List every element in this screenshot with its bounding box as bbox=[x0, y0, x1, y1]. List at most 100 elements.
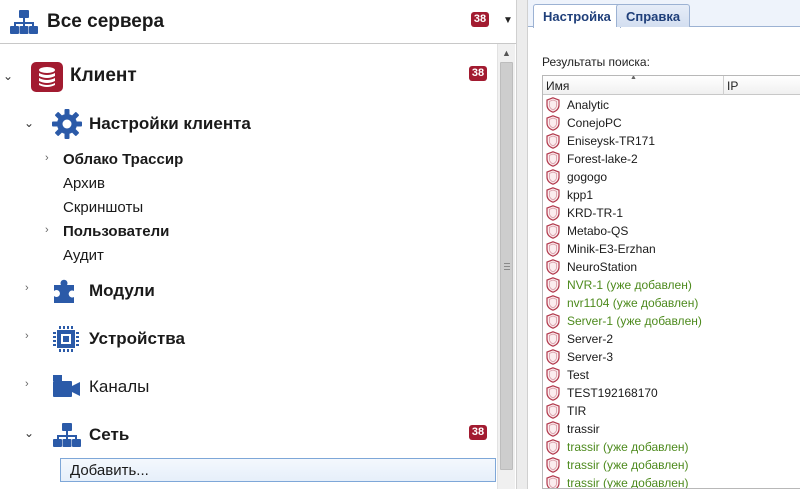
server-name: trassir (уже добавлен) bbox=[567, 440, 689, 454]
server-shield-icon bbox=[546, 475, 560, 488]
table-row[interactable]: gogogo bbox=[543, 168, 800, 186]
server-shield-icon bbox=[546, 295, 560, 311]
tree-item-label: Устройства bbox=[89, 329, 185, 348]
server-shield-icon bbox=[546, 259, 560, 275]
table-row[interactable]: Analytic bbox=[543, 96, 800, 114]
tree-item-label: Клиент bbox=[70, 65, 137, 86]
expand-arrow-icon[interactable]: › bbox=[45, 152, 49, 164]
video-camera-icon bbox=[53, 375, 80, 397]
table-row[interactable]: ConejoPC bbox=[543, 114, 800, 132]
header-count-badge: 38 bbox=[471, 12, 489, 27]
server-name: ConejoPC bbox=[567, 116, 622, 130]
server-name: Eniseysk-TR171 bbox=[567, 134, 656, 148]
tree-item-network[interactable]: ⌄ Сеть 38 bbox=[0, 421, 497, 451]
grip-line bbox=[504, 269, 510, 270]
server-shield-icon bbox=[546, 313, 560, 329]
table-row[interactable]: trassir (уже добавлен) bbox=[543, 456, 800, 474]
tree-item-archive[interactable]: Архив bbox=[0, 172, 497, 196]
table-row[interactable]: Server-2 bbox=[543, 330, 800, 348]
server-shield-icon bbox=[546, 385, 560, 401]
client-count-badge: 38 bbox=[469, 66, 487, 81]
tab-bar: Настройка Справка bbox=[528, 0, 800, 28]
server-name: Metabo-QS bbox=[567, 224, 629, 238]
table-row[interactable]: trassir (уже добавлен) bbox=[543, 474, 800, 489]
table-row[interactable]: TIR bbox=[543, 402, 800, 420]
puzzle-icon bbox=[54, 279, 74, 303]
table-row[interactable]: NeuroStation bbox=[543, 258, 800, 276]
tree-item-audit[interactable]: Аудит bbox=[0, 244, 497, 268]
table-row[interactable]: Forest-lake-2 bbox=[543, 150, 800, 168]
vertical-scrollbar[interactable]: ▲ bbox=[497, 44, 515, 489]
column-header-label: Имя bbox=[546, 79, 570, 93]
tree-item-devices[interactable]: › Устройства bbox=[0, 324, 497, 354]
gear-icon bbox=[52, 109, 82, 139]
column-header-ip[interactable]: IP bbox=[724, 76, 800, 95]
expand-arrow-icon[interactable]: › bbox=[25, 330, 29, 342]
tree-item-channels[interactable]: › Каналы bbox=[0, 372, 497, 402]
tree-item-client-settings[interactable]: ⌄ Настройки клиента bbox=[0, 109, 497, 139]
server-shield-icon bbox=[546, 457, 560, 473]
tree-item-label: Добавить... bbox=[70, 462, 149, 479]
tree-item-users[interactable]: › Пользователи bbox=[0, 220, 497, 244]
table-row[interactable]: trassir bbox=[543, 420, 800, 438]
expand-arrow-icon[interactable]: ⌄ bbox=[24, 116, 34, 130]
table-row[interactable]: Server-1 (уже добавлен) bbox=[543, 312, 800, 330]
server-shield-icon bbox=[546, 187, 560, 203]
server-shield-icon bbox=[546, 97, 560, 113]
tree-item-add[interactable]: Добавить... bbox=[60, 458, 496, 482]
header-title: Все сервера bbox=[47, 11, 165, 32]
server-shield-icon bbox=[546, 403, 560, 419]
table-row[interactable]: Eniseysk-TR171 bbox=[543, 132, 800, 150]
tab-settings[interactable]: Настройка bbox=[533, 4, 621, 28]
tree-item-label: Архив bbox=[63, 175, 106, 192]
server-name: TEST192168170 bbox=[567, 386, 658, 400]
server-name: trassir bbox=[567, 422, 600, 436]
server-name: TIR bbox=[567, 404, 587, 418]
sort-ascending-icon: ▲ bbox=[630, 75, 637, 81]
grip-line bbox=[504, 266, 510, 267]
scroll-up-icon[interactable]: ▲ bbox=[502, 48, 511, 58]
search-results-table: Имя ▲ IP Analytic ConejoPC Eniseysk-TR171 F… bbox=[542, 75, 800, 489]
tree-item-cloud[interactable]: › Облако Трассир bbox=[0, 148, 497, 172]
table-row[interactable]: kpp1 bbox=[543, 186, 800, 204]
panel-splitter[interactable] bbox=[516, 0, 528, 489]
expand-arrow-icon[interactable]: › bbox=[25, 282, 29, 294]
server-name: Forest-lake-2 bbox=[567, 152, 638, 166]
server-name: trassir (уже добавлен) bbox=[567, 476, 689, 489]
server-name: gogogo bbox=[567, 170, 608, 184]
tree-item-modules[interactable]: › Модули bbox=[0, 276, 497, 306]
table-row[interactable]: Minik-E3-Erzhan bbox=[543, 240, 800, 258]
tree-item-label: Сеть bbox=[89, 425, 130, 444]
scrollbar-thumb[interactable] bbox=[500, 62, 513, 470]
table-row[interactable]: TEST192168170 bbox=[543, 384, 800, 402]
expand-arrow-icon[interactable]: › bbox=[45, 224, 49, 236]
servers-header[interactable]: Все сервера 38 ▼ bbox=[0, 0, 518, 44]
server-shield-icon bbox=[546, 205, 560, 221]
table-row[interactable]: trassir (уже добавлен) bbox=[543, 438, 800, 456]
table-row[interactable]: NVR-1 (уже добавлен) bbox=[543, 276, 800, 294]
expand-arrow-icon[interactable]: ⌄ bbox=[3, 69, 13, 83]
expand-arrow-icon[interactable]: ⌄ bbox=[24, 426, 34, 440]
tree-item-client[interactable]: ⌄ Клиент 38 bbox=[0, 62, 497, 92]
tree-item-screenshots[interactable]: Скриншоты bbox=[0, 196, 497, 220]
table-row[interactable]: Test bbox=[543, 366, 800, 384]
network-tree-icon bbox=[10, 10, 38, 34]
dropdown-caret-icon[interactable]: ▼ bbox=[503, 15, 513, 26]
grip-line bbox=[504, 263, 510, 264]
server-shield-icon bbox=[546, 151, 560, 167]
table-row[interactable]: Metabo-QS bbox=[543, 222, 800, 240]
server-name: Test bbox=[567, 368, 590, 382]
server-name: Server-2 bbox=[567, 332, 614, 346]
column-header-name[interactable]: Имя ▲ bbox=[543, 76, 724, 95]
table-row[interactable]: Server-3 bbox=[543, 348, 800, 366]
server-shield-icon bbox=[546, 277, 560, 293]
server-name: trassir (уже добавлен) bbox=[567, 458, 689, 472]
server-shield-icon bbox=[546, 241, 560, 257]
table-row[interactable]: KRD-TR-1 bbox=[543, 204, 800, 222]
table-row[interactable]: nvr1104 (уже добавлен) bbox=[543, 294, 800, 312]
server-tree-panel: Все сервера 38 ▼ ⌄ Клиент 38 ⌄ Настройки… bbox=[0, 0, 518, 489]
tree-item-label: Каналы bbox=[89, 377, 150, 396]
expand-arrow-icon[interactable]: › bbox=[25, 378, 29, 390]
tab-help[interactable]: Справка bbox=[616, 4, 691, 27]
search-results-label: Результаты поиска: bbox=[542, 55, 650, 69]
